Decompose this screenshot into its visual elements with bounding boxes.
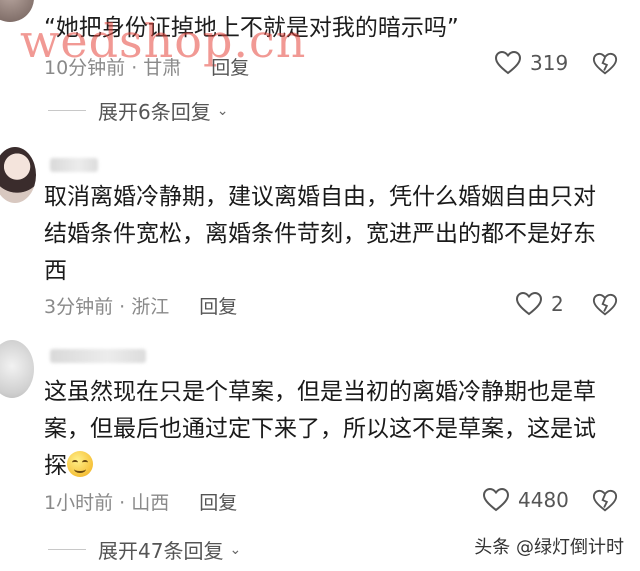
comment-line: 探 bbox=[44, 448, 629, 485]
comment-line: 西 bbox=[44, 258, 67, 284]
username[interactable] bbox=[50, 158, 98, 172]
comment-line-text: 探 bbox=[44, 453, 67, 479]
like-button[interactable]: 319 bbox=[494, 50, 568, 76]
like-count: 4480 bbox=[518, 488, 569, 512]
chevron-down-icon: ⌄ bbox=[216, 102, 229, 119]
like-button[interactable]: 2 bbox=[515, 291, 564, 317]
like-count: 2 bbox=[551, 292, 564, 316]
reply-button[interactable]: 回复 bbox=[211, 53, 249, 80]
comment-meta: 10分钟前 · 甘肃 回复 bbox=[44, 53, 249, 80]
broken-heart-icon[interactable] bbox=[592, 292, 618, 318]
source-watermark: 头条 @绿灯倒计时 bbox=[474, 537, 624, 558]
heart-outline-icon bbox=[515, 291, 543, 316]
comment-meta: 3分钟前 · 浙江 回复 bbox=[44, 292, 237, 319]
chevron-down-icon: ⌄ bbox=[229, 541, 242, 558]
divider-line bbox=[48, 549, 86, 550]
grinning-emoji-icon bbox=[67, 451, 93, 477]
expand-replies-label: 展开47条回复 bbox=[98, 539, 224, 563]
comment-line: 这虽然现在只是个草案，但是当初的离婚冷静期也是草 bbox=[44, 379, 596, 405]
divider-line bbox=[48, 110, 86, 111]
username[interactable] bbox=[50, 349, 146, 363]
expand-replies-button[interactable]: 展开6条回复 ⌄ bbox=[48, 96, 228, 125]
heart-outline-icon bbox=[482, 487, 510, 512]
reply-button[interactable]: 回复 bbox=[199, 292, 237, 319]
avatar[interactable] bbox=[0, 0, 34, 22]
comment-time-location: 3分钟前 · 浙江 bbox=[44, 296, 170, 318]
expand-replies-label: 展开6条回复 bbox=[98, 100, 211, 124]
comment-line: 案，但最后也通过定下来了，所以这不是草案，这是试 bbox=[44, 416, 596, 442]
expand-replies-button[interactable]: 展开47条回复 ⌄ bbox=[48, 535, 241, 564]
comment-text: 这虽然现在只是个草案，但是当初的离婚冷静期也是草 案，但最后也通过定下来了，所以… bbox=[44, 374, 629, 485]
comment-line: 结婚条件宽松，离婚条件苛刻，宽进严出的都不是好东 bbox=[44, 221, 596, 247]
heart-outline-icon bbox=[494, 50, 522, 75]
reply-button[interactable]: 回复 bbox=[199, 488, 237, 515]
avatar[interactable] bbox=[0, 147, 36, 203]
comment-text: 取消离婚冷静期，建议离婚自由，凭什么婚姻自由只对 结婚条件宽松，离婚条件苛刻，宽… bbox=[44, 179, 629, 290]
like-count: 319 bbox=[530, 51, 569, 75]
comment-line: 取消离婚冷静期，建议离婚自由，凭什么婚姻自由只对 bbox=[44, 184, 596, 210]
broken-heart-icon[interactable] bbox=[592, 51, 618, 77]
like-button[interactable]: 4480 bbox=[482, 487, 569, 513]
comment-meta: 1小时前 · 山西 回复 bbox=[44, 488, 237, 515]
comment-text: “她把身份证掉地上不就是对我的暗示吗” bbox=[44, 15, 459, 41]
broken-heart-icon[interactable] bbox=[592, 488, 618, 514]
comment-time-location: 10分钟前 · 甘肃 bbox=[44, 57, 182, 79]
avatar[interactable] bbox=[0, 340, 34, 398]
comment-time-location: 1小时前 · 山西 bbox=[44, 492, 170, 514]
